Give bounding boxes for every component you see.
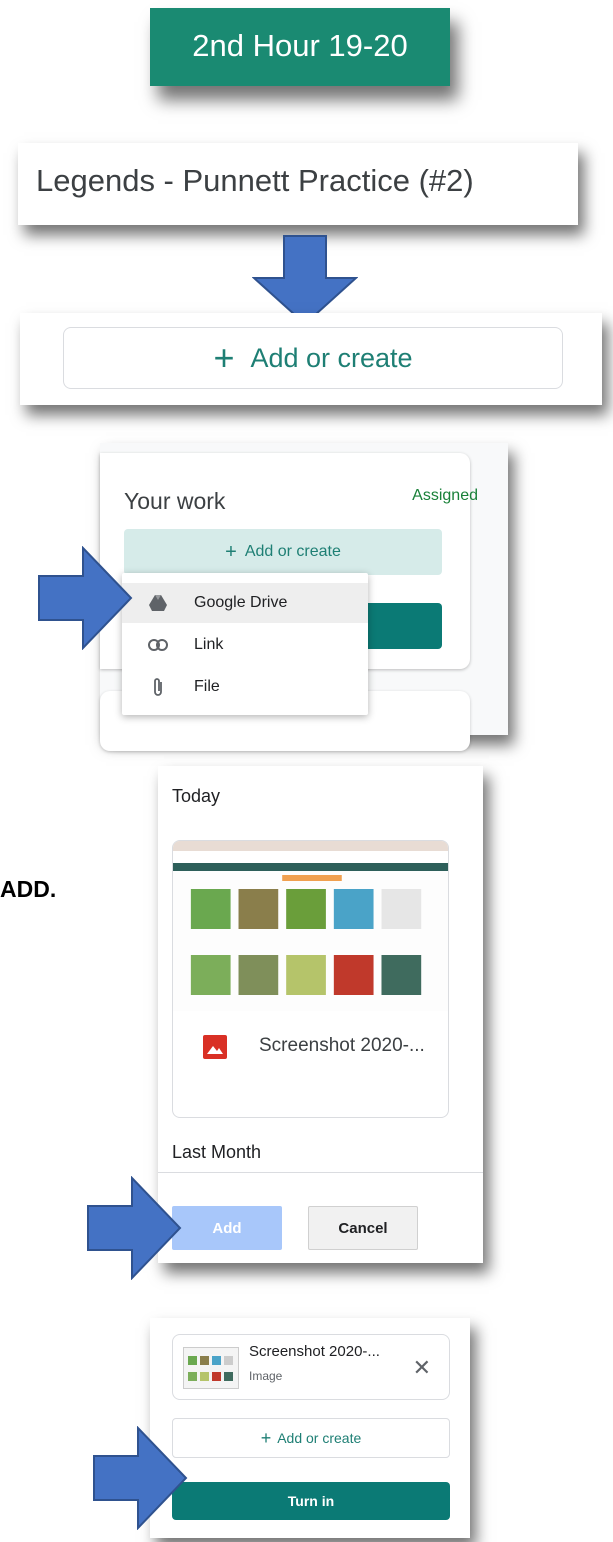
add-or-create-button[interactable]: + Add or create	[63, 327, 563, 389]
add-or-create-label: Add or create	[244, 543, 341, 560]
your-work-heading: Your work	[124, 488, 226, 514]
instruction-text: ADD.	[0, 876, 57, 902]
plus-icon: +	[213, 337, 235, 378]
right-arrow-icon	[93, 1426, 188, 1530]
plus-icon: +	[260, 1427, 272, 1448]
cancel-button[interactable]: Cancel	[308, 1206, 418, 1250]
add-or-create-label: Add or create	[277, 1430, 362, 1446]
your-work-panel: Your work Assigned + Add or create Googl…	[100, 443, 508, 751]
status-badge: Assigned	[412, 487, 478, 504]
turn-in-button[interactable]: Turn in	[172, 1482, 450, 1520]
assignment-title[interactable]: Legends - Punnett Practice (#2)	[36, 163, 474, 199]
add-or-create-label: Add or create	[250, 342, 413, 373]
menu-item-label: File	[194, 678, 220, 695]
divider	[158, 1172, 483, 1173]
image-file-icon	[203, 1035, 227, 1064]
class-header-banner: 2nd Hour 19-20	[150, 8, 450, 86]
attachment-card[interactable]: Screenshot 2020-... Image ✕	[172, 1334, 450, 1400]
class-title: 2nd Hour 19-20	[192, 28, 408, 63]
menu-item-link[interactable]: Link	[122, 625, 368, 665]
turn-in-panel: Screenshot 2020-... Image ✕ + Add or cre…	[150, 1318, 470, 1538]
right-arrow-icon	[38, 546, 133, 650]
plus-icon: +	[225, 540, 237, 563]
right-arrow-icon	[87, 1176, 182, 1280]
paperclip-icon	[122, 677, 194, 697]
menu-item-label: Link	[194, 636, 224, 653]
drive-picker-dialog: Today Screenshot 2020-... Last Month Add…	[158, 766, 483, 1263]
close-icon[interactable]: ✕	[413, 1355, 431, 1381]
assignment-title-card[interactable]: Legends - Punnett Practice (#2)	[18, 143, 578, 225]
attachment-name: Screenshot 2020-...	[249, 1343, 380, 1360]
add-button[interactable]: Add	[172, 1206, 282, 1250]
section-heading-last-month: Last Month	[172, 1142, 262, 1162]
file-name: Screenshot 2020-...	[259, 1035, 425, 1056]
attachment-type: Image	[249, 1369, 283, 1383]
file-thumbnail	[173, 841, 448, 1011]
file-tile[interactable]: Screenshot 2020-...	[172, 840, 449, 1118]
add-or-create-button[interactable]: + Add or create	[124, 529, 442, 575]
attach-menu: Google Drive Link File	[122, 573, 368, 715]
attachment-thumbnail	[183, 1347, 239, 1389]
add-or-create-button[interactable]: + Add or create	[172, 1418, 450, 1458]
menu-item-file[interactable]: File	[122, 667, 368, 707]
menu-item-google-drive[interactable]: Google Drive	[122, 583, 368, 623]
menu-item-label: Google Drive	[194, 594, 288, 611]
add-or-create-panel: + Add or create	[20, 313, 602, 405]
section-heading-today: Today	[172, 786, 221, 806]
